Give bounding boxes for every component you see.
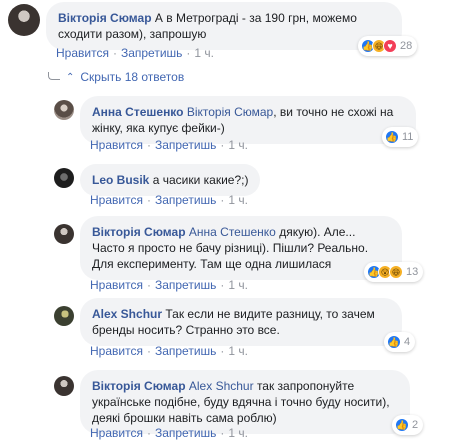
reply-button[interactable]: Запретишь: [155, 193, 216, 207]
comment-time[interactable]: 1 ч.: [228, 193, 248, 207]
like-button[interactable]: Нравится: [56, 46, 109, 60]
avatar[interactable]: [8, 4, 40, 36]
comment-time[interactable]: 1 ч.: [228, 344, 248, 358]
like-button[interactable]: Нравится: [90, 278, 143, 292]
avatar[interactable]: [54, 224, 74, 244]
like-icon: 👍: [385, 130, 399, 144]
comment-time[interactable]: 1 ч.: [228, 426, 248, 440]
avatar[interactable]: [54, 168, 74, 188]
comment-actions: Нравится · Запретишь · 1 ч.: [90, 426, 248, 440]
chevron-up-icon: ⌃: [66, 71, 75, 83]
reaction-count: 4: [404, 336, 411, 348]
avatar[interactable]: [54, 100, 74, 120]
reaction-count: 13: [406, 266, 419, 278]
reply-button[interactable]: Запретишь: [155, 426, 216, 440]
hide-replies-button[interactable]: ⌃ Скрыть 18 ответов: [66, 70, 184, 84]
comment-time[interactable]: 1 ч.: [194, 46, 214, 60]
avatar[interactable]: [54, 306, 74, 326]
comment-mention[interactable]: Анна Стешенко: [189, 225, 276, 239]
comment-bubble: Анна Стешенко Вікторія Сюмар, ви точно н…: [80, 96, 416, 144]
comment-author[interactable]: Alex Shchur: [92, 307, 162, 321]
comment-author[interactable]: Вікторія Сюмар: [92, 379, 186, 393]
reaction-summary[interactable]: 👍 😆 ♥ 28: [358, 36, 418, 56]
comment-actions: Нравится · Запретишь · 1 ч.: [90, 138, 248, 152]
comment-time[interactable]: 1 ч.: [228, 278, 248, 292]
comment-bubble: Alex Shchur Так если не видите разницу, …: [80, 298, 402, 346]
comment-author[interactable]: Вікторія Сюмар: [92, 225, 186, 239]
comment-actions: Нравится · Запретишь · 1 ч.: [90, 193, 248, 207]
reply-button[interactable]: Запретишь: [155, 344, 216, 358]
reply-button[interactable]: Запретишь: [155, 278, 216, 292]
reaction-count: 11: [402, 131, 414, 143]
like-button[interactable]: Нравится: [90, 426, 143, 440]
reaction-count: 28: [400, 40, 413, 52]
comment-author[interactable]: Вікторія Сюмар: [58, 11, 152, 25]
comment-text: а часики какие?;): [152, 173, 249, 187]
comment-actions: Нравится · Запретишь · 1 ч.: [90, 278, 248, 292]
love-icon: ♥: [383, 39, 397, 53]
like-button[interactable]: Нравится: [90, 138, 143, 152]
like-button[interactable]: Нравится: [90, 193, 143, 207]
comment-bubble: Вікторія Сюмар Alex Shchur так запропону…: [80, 370, 410, 434]
reply-button[interactable]: Запретишь: [155, 138, 216, 152]
reply-button[interactable]: Запретишь: [121, 46, 182, 60]
haha-icon: 😆: [389, 265, 403, 279]
comment-bubble: Вікторія Сюмар Анна Стешенко дякую). Але…: [80, 216, 402, 280]
comment-actions: Нравится · Запретишь · 1 ч.: [56, 46, 214, 60]
comment-bubble: Leo Busik а часики какие?;): [80, 164, 261, 196]
reaction-summary[interactable]: 👍 😮 😆 13: [364, 262, 424, 282]
like-icon: 👍: [395, 418, 409, 432]
comment-bubble: Вікторія Сюмар А в Метроградi - за 190 г…: [46, 2, 402, 50]
like-icon: 👍: [387, 335, 401, 349]
comment-author[interactable]: Анна Стешенко: [92, 105, 184, 119]
comment-mention[interactable]: Вікторія Сюмар: [187, 105, 273, 119]
avatar[interactable]: [54, 376, 74, 396]
reply-thread-line: [48, 72, 60, 80]
reaction-count: 2: [412, 419, 419, 431]
reaction-summary[interactable]: 👍 2: [392, 415, 424, 435]
hide-replies-label: Скрыть 18 ответов: [80, 70, 185, 84]
comment-actions: Нравится · Запретишь · 1 ч.: [90, 344, 248, 358]
reaction-summary[interactable]: 👍 11: [382, 127, 419, 147]
comment-mention[interactable]: Alex Shchur: [189, 379, 254, 393]
reaction-summary[interactable]: 👍 4: [384, 332, 416, 352]
comment-author[interactable]: Leo Busik: [92, 173, 149, 187]
like-button[interactable]: Нравится: [90, 344, 143, 358]
comment-time[interactable]: 1 ч.: [228, 138, 248, 152]
